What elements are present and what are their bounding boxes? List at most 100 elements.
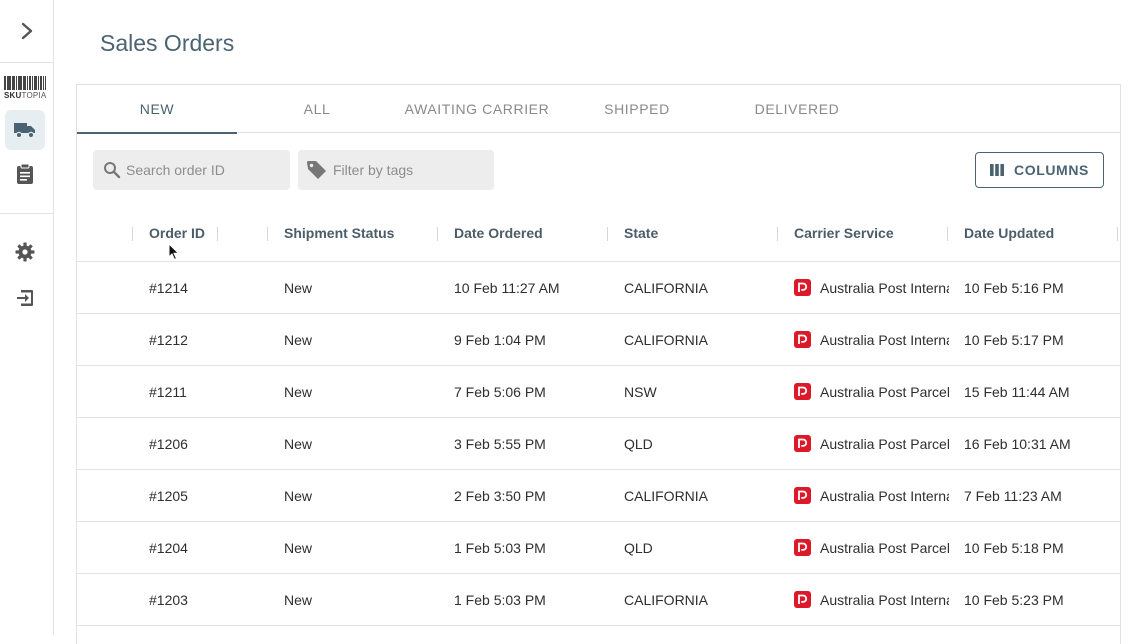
date-updated-cell: 10 Feb 5:18 PM: [964, 539, 1064, 556]
column-separator[interactable]: [437, 227, 438, 241]
logo-wordmark: SKUTOPIA: [4, 91, 47, 100]
truck-icon: [14, 123, 35, 139]
carrier-service-cell: Australia Post International: [794, 262, 949, 313]
search-box[interactable]: [93, 150, 290, 190]
column-separator[interactable]: [1117, 227, 1118, 241]
logout-icon: [17, 290, 33, 306]
tags-filter-input[interactable]: [333, 162, 483, 178]
date-ordered-cell: 1 Feb 5:03 PM: [454, 539, 546, 556]
date-ordered-cell: 7 Feb 5:06 PM: [454, 383, 546, 400]
tag-icon: [307, 161, 326, 179]
sidebar-divider: [0, 213, 53, 214]
date-ordered-cell: 1 Feb 5:03 PM: [454, 591, 546, 608]
date-updated-cell: 10 Feb 5:23 PM: [964, 591, 1064, 608]
table-row[interactable]: #1206 New 3 Feb 5:55 PM QLD Australia Po…: [77, 418, 1120, 470]
skutopia-logo: SKUTOPIA: [4, 76, 46, 101]
tab-awaiting-carrier[interactable]: AWAITING CARRIER: [397, 85, 557, 133]
carrier-service-name: Australia Post International: [820, 591, 949, 608]
australia-post-logo-icon: [794, 435, 811, 452]
shipment-status-cell: New: [284, 539, 313, 556]
tag-filter-box[interactable]: [298, 150, 494, 190]
state-cell: CALIFORNIA: [624, 487, 709, 504]
column-separator[interactable]: [947, 227, 948, 241]
date-updated-cell: 10 Feb 5:16 PM: [964, 279, 1064, 296]
barcode-icon: [4, 76, 46, 90]
order-id-cell: #1211: [149, 383, 187, 400]
order-id-cell: #1203: [149, 591, 188, 608]
state-cell: QLD: [624, 539, 653, 556]
sidebar-item-settings[interactable]: [5, 232, 45, 272]
carrier-service-name: Australia Post International: [820, 487, 949, 504]
tab-shipped[interactable]: SHIPPED: [557, 85, 717, 133]
carrier-service-cell: Australia Post Parcel Post: [794, 418, 949, 469]
columns-button-label: COLUMNS: [1014, 162, 1089, 178]
date-ordered-cell: 2 Feb 3:50 PM: [454, 487, 546, 504]
carrier-service-cell: Australia Post Parcel Post: [794, 522, 949, 573]
order-id-cell: #1212: [149, 331, 188, 348]
sidebar-item-logout[interactable]: [5, 278, 45, 318]
column-separator[interactable]: [607, 227, 608, 241]
state-cell: NSW: [624, 383, 657, 400]
column-separator[interactable]: [267, 227, 268, 241]
state-cell: CALIFORNIA: [624, 591, 709, 608]
date-updated-cell: 16 Feb 10:31 AM: [964, 435, 1071, 452]
australia-post-logo-icon: [794, 487, 811, 504]
column-separator[interactable]: [777, 227, 778, 241]
state-cell: QLD: [624, 435, 653, 452]
carrier-service-name: Australia Post Parcel Post: [820, 383, 949, 400]
status-tabs: NEW ALL AWAITING CARRIER SHIPPED DELIVER…: [77, 85, 1120, 134]
sidebar-item-shipping[interactable]: [5, 110, 45, 150]
column-header-state[interactable]: State: [624, 209, 658, 257]
tab-all[interactable]: ALL: [237, 85, 397, 133]
table-row[interactable]: #1203 New 1 Feb 5:03 PM CALIFORNIA Austr…: [77, 574, 1120, 626]
shipment-status-cell: New: [284, 331, 313, 348]
table-row[interactable]: #1212 New 9 Feb 1:04 PM CALIFORNIA Austr…: [77, 314, 1120, 366]
carrier-service-name: Australia Post International: [820, 331, 949, 348]
column-header-date-updated[interactable]: Date Updated: [964, 209, 1054, 257]
australia-post-logo-icon: [794, 383, 811, 400]
date-ordered-cell: 9 Feb 1:04 PM: [454, 331, 546, 348]
date-updated-cell: 15 Feb 11:44 AM: [964, 383, 1070, 400]
shipment-status-cell: New: [284, 383, 313, 400]
mouse-cursor-icon: [168, 243, 180, 261]
columns-button[interactable]: COLUMNS: [975, 152, 1104, 188]
clipboard-icon: [17, 163, 33, 184]
date-ordered-cell: 3 Feb 5:55 PM: [454, 435, 546, 452]
table-row[interactable]: #1205 New 2 Feb 3:50 PM CALIFORNIA Austr…: [77, 470, 1120, 522]
carrier-service-cell: Australia Post International: [794, 574, 949, 625]
shipment-status-cell: New: [284, 591, 313, 608]
page-title: Sales Orders: [100, 30, 235, 56]
shipment-status-cell: New: [284, 435, 313, 452]
column-separator[interactable]: [132, 227, 133, 241]
sidebar-item-orders[interactable]: [5, 154, 45, 194]
carrier-service-name: Australia Post Parcel Post: [820, 435, 949, 452]
search-input[interactable]: [126, 162, 276, 178]
tab-new[interactable]: NEW: [77, 85, 237, 134]
table-row[interactable]: #1211 New 7 Feb 5:06 PM NSW Australia Po…: [77, 366, 1120, 418]
column-header-shipment-status[interactable]: Shipment Status: [284, 209, 394, 257]
column-header-date-ordered[interactable]: Date Ordered: [454, 209, 543, 257]
column-separator[interactable]: [217, 227, 218, 241]
expand-sidebar-button[interactable]: [14, 18, 40, 44]
table-row[interactable]: #1214 New 10 Feb 11:27 AM CALIFORNIA Aus…: [77, 262, 1120, 314]
australia-post-logo-icon: [794, 539, 811, 556]
carrier-service-cell: Australia Post International: [794, 314, 949, 365]
state-cell: CALIFORNIA: [624, 331, 709, 348]
australia-post-logo-icon: [794, 279, 811, 296]
table-row[interactable]: #1204 New 1 Feb 5:03 PM QLD Australia Po…: [77, 522, 1120, 574]
shipment-status-cell: New: [284, 487, 313, 504]
carrier-service-name: Australia Post International: [820, 279, 949, 296]
chevron-right-icon: [21, 22, 33, 40]
date-ordered-cell: 10 Feb 11:27 AM: [454, 279, 560, 296]
australia-post-logo-icon: [794, 331, 811, 348]
tab-delivered[interactable]: DELIVERED: [717, 85, 877, 133]
state-cell: CALIFORNIA: [624, 279, 709, 296]
view-columns-icon: [990, 164, 1004, 176]
column-header-carrier-service[interactable]: Carrier Service: [794, 209, 894, 257]
order-id-cell: #1206: [149, 435, 188, 452]
search-icon: [104, 162, 121, 179]
orders-card: NEW ALL AWAITING CARRIER SHIPPED DELIVER…: [76, 84, 1121, 644]
carrier-service-cell: Australia Post International: [794, 470, 949, 521]
australia-post-logo-icon: [794, 591, 811, 608]
order-id-cell: #1204: [149, 539, 188, 556]
